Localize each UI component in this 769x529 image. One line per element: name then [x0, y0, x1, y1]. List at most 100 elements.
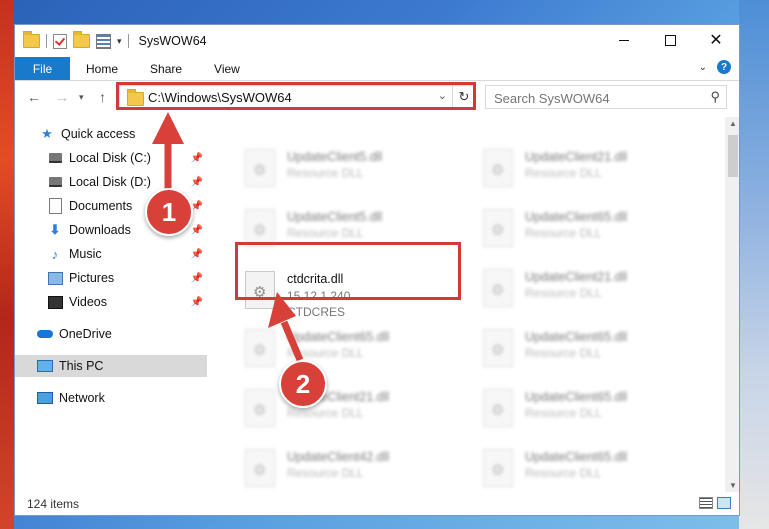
search-box[interactable]: ⚲: [485, 85, 727, 109]
file-name: UpdateClient65.dll: [287, 330, 390, 344]
ribbon-tabs: File Home Share View ⌄ ?: [15, 57, 739, 81]
tab-share[interactable]: Share: [134, 62, 198, 76]
minimize-button[interactable]: [601, 25, 647, 55]
close-button[interactable]: ✕: [693, 25, 739, 55]
details-view-icon[interactable]: [699, 497, 713, 509]
file-company: CTDCRES: [287, 305, 346, 319]
dll-file-icon: [245, 209, 275, 247]
tab-file[interactable]: File: [15, 57, 70, 80]
address-dropdown-chevron-icon[interactable]: ⌄: [438, 89, 447, 102]
properties-check-icon[interactable]: [53, 33, 67, 49]
drive-icon: [47, 174, 63, 190]
star-icon: ★: [41, 126, 53, 141]
file-version: 15.12.1.240: [287, 289, 351, 303]
new-folder-icon[interactable]: [73, 31, 90, 48]
dll-file-icon: [483, 329, 513, 367]
desktop-wallpaper-left: [0, 0, 14, 529]
onedrive-icon: [37, 326, 53, 342]
sidebar-item-pictures[interactable]: Pictures 📌: [15, 267, 207, 289]
document-icon: [47, 198, 63, 214]
explorer-window: ▾ SysWOW64 ✕ File Home Share View ⌄ ? ← …: [14, 24, 740, 516]
list-item[interactable]: UpdateClient21.dll Resource DLL: [239, 385, 469, 435]
pin-icon[interactable]: 📌: [191, 297, 203, 308]
list-item[interactable]: UpdateClient5.dll Resource DLL: [239, 205, 469, 255]
sidebar-item-label: This PC: [59, 359, 104, 373]
sidebar-item-label: Documents: [69, 199, 133, 213]
sidebar-item-onedrive[interactable]: OneDrive: [15, 323, 207, 345]
window-controls: ✕: [601, 25, 739, 55]
dll-file-icon: [245, 449, 275, 487]
refresh-icon: ↻: [458, 89, 470, 104]
close-icon: ✕: [709, 32, 723, 49]
file-name: UpdateClient5.dll: [287, 210, 383, 224]
pin-icon[interactable]: 📌: [191, 153, 203, 164]
desktop-wallpaper-right: [739, 0, 769, 529]
file-description: Resource DLL: [287, 466, 364, 480]
list-item[interactable]: UpdateClient65.dll Resource DLL: [477, 445, 707, 492]
drive-icon: [47, 150, 63, 166]
dll-file-icon: [483, 389, 513, 427]
forward-arrow-icon[interactable]: →: [55, 89, 69, 105]
tab-home[interactable]: Home: [70, 62, 134, 76]
file-name: UpdateClient65.dll: [525, 450, 628, 464]
file-name: UpdateClient21.dll: [525, 150, 628, 164]
maximize-button[interactable]: [647, 25, 693, 55]
properties-icon[interactable]: [96, 33, 111, 49]
pin-icon[interactable]: 📌: [191, 249, 203, 260]
scroll-down-icon[interactable]: ▼: [729, 481, 737, 490]
sidebar-item-local-disk-c[interactable]: Local Disk (C:) 📌: [15, 147, 207, 169]
search-icon[interactable]: ⚲: [710, 89, 720, 105]
search-input[interactable]: [492, 87, 696, 109]
refresh-button[interactable]: ↻: [452, 85, 475, 109]
dll-file-icon: [245, 149, 275, 187]
callout-badge-1: 1: [145, 188, 193, 236]
sidebar-item-label: Music: [69, 247, 102, 261]
scrollbar-thumb[interactable]: [728, 135, 738, 177]
list-item[interactable]: UpdateClient21.dll Resource DLL: [477, 265, 707, 315]
pin-icon[interactable]: 📌: [191, 273, 203, 284]
folder-icon[interactable]: [23, 31, 40, 48]
download-icon: ⬇: [49, 222, 61, 237]
quick-access-toolbar: ▾: [23, 31, 129, 49]
list-item[interactable]: UpdateClient65.dll Resource DLL: [239, 325, 469, 375]
list-item[interactable]: UpdateClient21.dll Resource DLL: [477, 145, 707, 195]
address-path[interactable]: C:\Windows\SysWOW64: [148, 90, 292, 105]
tab-view[interactable]: View: [198, 62, 256, 76]
sidebar-item-network[interactable]: Network: [15, 387, 207, 409]
list-item[interactable]: UpdateClient5.dll Resource DLL: [239, 145, 469, 195]
sidebar-item-label: Quick access: [61, 127, 136, 141]
list-item[interactable]: UpdateClient65.dll Resource DLL: [477, 385, 707, 435]
customize-toolbar-chevron-icon[interactable]: ▾: [117, 36, 122, 47]
list-item[interactable]: UpdateClient42.dll Resource DLL: [239, 445, 469, 492]
file-list: UpdateClient5.dll Resource DLL UpdateCli…: [211, 117, 725, 492]
expand-ribbon-chevron-icon[interactable]: ⌄: [699, 62, 707, 73]
sidebar-item-label: Downloads: [69, 223, 131, 237]
address-bar[interactable]: C:\Windows\SysWOW64 ⌄: [119, 85, 474, 109]
pin-icon[interactable]: 📌: [191, 177, 203, 188]
recent-locations-chevron-icon[interactable]: ▾: [79, 92, 84, 103]
minimize-icon: [619, 39, 629, 41]
navigation-row: ← → ▾ ↑ C:\Windows\SysWOW64 ⌄ ↻ ⚲: [15, 81, 739, 115]
music-icon: ♪: [51, 246, 59, 262]
tiles-view-icon[interactable]: [717, 497, 731, 509]
sidebar-item-quick-access[interactable]: ★ Quick access: [15, 123, 207, 145]
video-icon: [47, 294, 63, 310]
back-arrow-icon[interactable]: ←: [27, 89, 41, 105]
list-item-ctdcrita[interactable]: ctdcrita.dll 15.12.1.240 CTDCRES: [239, 267, 469, 319]
dll-file-icon: [245, 389, 275, 427]
list-item[interactable]: UpdateClient65.dll Resource DLL: [477, 205, 707, 255]
up-arrow-icon[interactable]: ↑: [99, 89, 106, 105]
dll-file-icon: [483, 269, 513, 307]
pin-icon[interactable]: 📌: [191, 225, 203, 236]
vertical-scrollbar[interactable]: ▲ ▼: [725, 117, 739, 492]
list-item[interactable]: UpdateClient65.dll Resource DLL: [477, 325, 707, 375]
sidebar-item-videos[interactable]: Videos 📌: [15, 291, 207, 313]
network-icon: [37, 390, 53, 406]
help-icon[interactable]: ?: [717, 60, 731, 74]
sidebar-item-label: Local Disk (D:): [69, 175, 151, 189]
sidebar-item-this-pc[interactable]: This PC: [15, 355, 207, 377]
scroll-up-icon[interactable]: ▲: [729, 119, 737, 128]
file-description: Resource DLL: [525, 346, 602, 360]
pc-icon: [37, 358, 53, 374]
sidebar-item-music[interactable]: ♪ Music 📌: [15, 243, 207, 265]
